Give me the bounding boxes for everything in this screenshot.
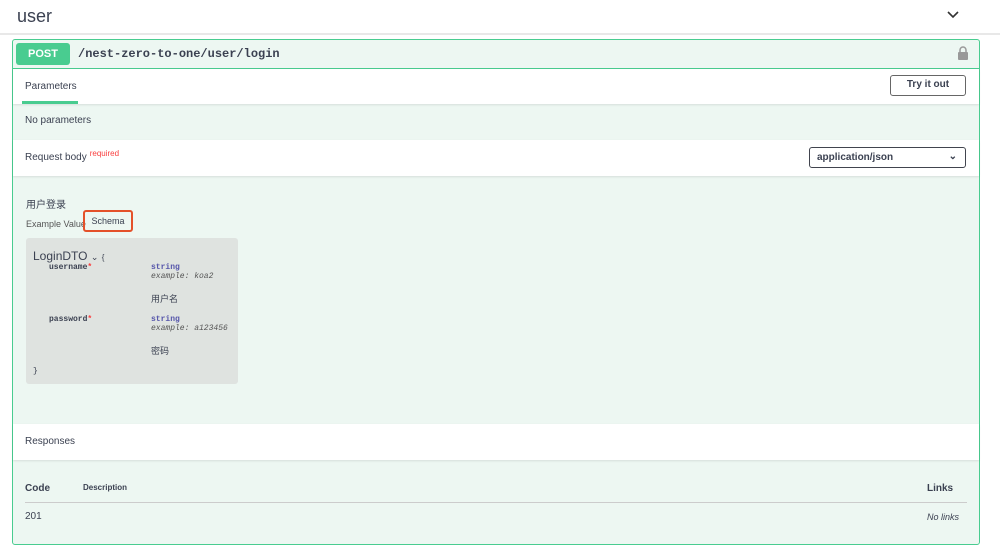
response-code: 201	[25, 511, 42, 522]
operation-summary[interactable]: POST /nest-zero-to-one/user/login	[13, 40, 979, 69]
col-links: Links	[927, 483, 954, 494]
request-body-header: Request body required application/json ⌄	[13, 140, 979, 176]
property-type: string	[151, 315, 180, 324]
parameters-header: Parameters Try it out	[13, 69, 979, 104]
responses-title: Responses	[25, 436, 76, 447]
response-links: No links	[927, 512, 960, 522]
tag-header[interactable]: user	[0, 0, 1000, 35]
schema-model: LoginDTO ⌄ { username* string example: k…	[26, 238, 238, 384]
required-star: *	[87, 263, 93, 272]
property-example: example: koa2	[151, 272, 214, 281]
chevron-down-icon: ⌄	[948, 151, 957, 162]
col-code: Code	[25, 483, 50, 494]
chevron-down-icon[interactable]: ⌄	[91, 252, 99, 262]
property-example: example: a123456	[151, 324, 228, 333]
property-type: string	[151, 263, 180, 272]
required-label: required	[89, 149, 120, 158]
property-description: 用户名	[151, 295, 179, 305]
brace-close: }	[33, 367, 38, 376]
property-name: password	[49, 315, 88, 324]
body-description: 用户登录	[26, 200, 66, 211]
example-value-tab[interactable]: Example Value	[26, 219, 86, 229]
schema-tab[interactable]: Schema	[83, 210, 133, 232]
content-type-value: application/json	[817, 152, 894, 163]
operation-block: POST /nest-zero-to-one/user/login Parame…	[12, 39, 980, 545]
tab-underline	[22, 101, 78, 104]
col-description: Description	[83, 483, 128, 492]
chevron-down-icon[interactable]	[946, 8, 960, 22]
required-star: *	[87, 315, 93, 324]
lock-icon[interactable]	[957, 46, 969, 60]
operation-path: /nest-zero-to-one/user/login	[78, 47, 280, 61]
divider	[25, 502, 967, 503]
property-description: 密码	[151, 347, 170, 357]
responses-header: Responses	[13, 424, 979, 460]
model-name[interactable]: LoginDTO	[33, 249, 87, 263]
try-it-out-button[interactable]: Try it out	[890, 75, 966, 96]
request-body-title: Request body	[25, 152, 87, 163]
tag-title: user	[17, 6, 53, 26]
brace-open: {	[101, 253, 105, 262]
tab-parameters[interactable]: Parameters	[25, 81, 77, 92]
no-parameters-text: No parameters	[25, 115, 92, 126]
method-badge: POST	[16, 43, 70, 65]
property-name: username	[49, 263, 88, 272]
content-type-select[interactable]: application/json ⌄	[809, 147, 966, 168]
